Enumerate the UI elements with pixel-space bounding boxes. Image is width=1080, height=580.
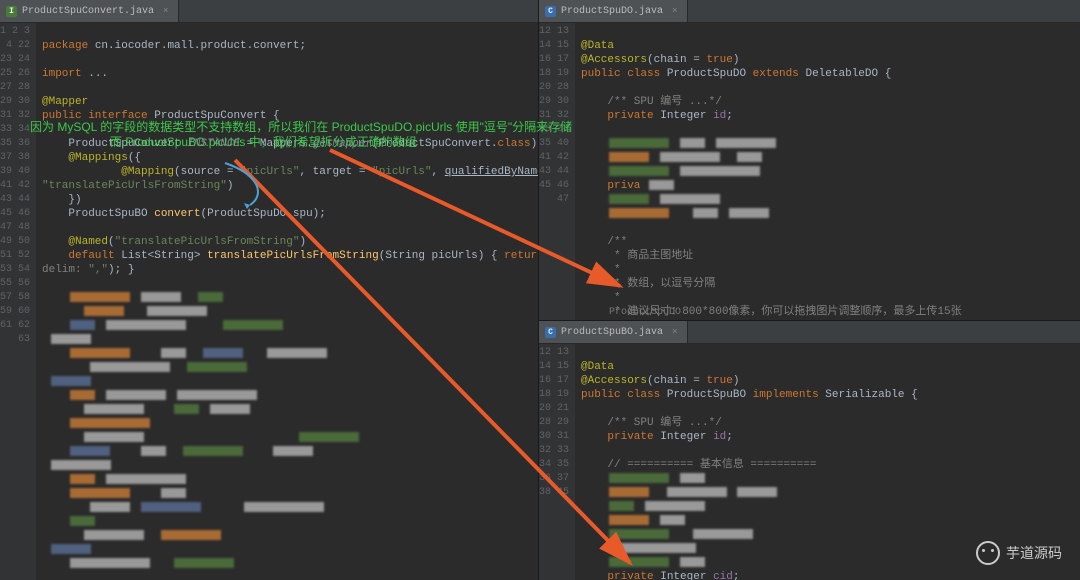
watermark: 芋道源码 bbox=[976, 541, 1062, 565]
tab-product-spu-convert[interactable]: I ProductSpuConvert.java × bbox=[0, 0, 179, 22]
code-body[interactable]: package cn.iocoder.mall.product.convert;… bbox=[36, 23, 538, 580]
close-icon[interactable]: × bbox=[672, 6, 677, 16]
tab-product-spu-bo[interactable]: C ProductSpuBO.java × bbox=[539, 321, 688, 343]
tab-bar: C ProductSpuBO.java × bbox=[539, 321, 1080, 344]
close-icon[interactable]: × bbox=[163, 6, 168, 16]
wechat-icon bbox=[976, 541, 1000, 565]
line-gutter: 12 13 14 15 16 17 18 19 20 28 29 30 31 3… bbox=[539, 23, 575, 320]
code-editor[interactable]: 1 2 3 4 22 23 24 25 26 27 28 29 30 31 32… bbox=[0, 23, 538, 580]
tab-bar: C ProductSpuDO.java × bbox=[539, 0, 1080, 23]
class-icon: C bbox=[545, 327, 556, 338]
class-icon: C bbox=[545, 6, 556, 17]
code-body[interactable]: @Data @Accessors(chain = true) public cl… bbox=[575, 23, 1080, 320]
editor-pane-right-top: C ProductSpuDO.java × 12 13 14 15 16 17 … bbox=[539, 0, 1080, 321]
line-gutter: 1 2 3 4 22 23 24 25 26 27 28 29 30 31 32… bbox=[0, 23, 36, 580]
line-gutter: 12 13 14 15 16 17 18 19 20 21 28 29 30 3… bbox=[539, 344, 575, 580]
tab-label: ProductSpuDO.java bbox=[561, 6, 663, 17]
interface-icon: I bbox=[6, 6, 17, 17]
close-icon[interactable]: × bbox=[672, 327, 677, 337]
breadcrumb-hint: ProductSpuDO bbox=[609, 307, 681, 318]
editor-pane-left: I ProductSpuConvert.java × 1 2 3 4 22 23… bbox=[0, 0, 539, 580]
code-editor[interactable]: 12 13 14 15 16 17 18 19 20 28 29 30 31 3… bbox=[539, 23, 1080, 320]
tab-product-spu-do[interactable]: C ProductSpuDO.java × bbox=[539, 0, 688, 22]
watermark-text: 芋道源码 bbox=[1006, 543, 1062, 563]
tab-label: ProductSpuConvert.java bbox=[22, 6, 154, 17]
tab-bar: I ProductSpuConvert.java × bbox=[0, 0, 538, 23]
tab-label: ProductSpuBO.java bbox=[561, 327, 663, 338]
